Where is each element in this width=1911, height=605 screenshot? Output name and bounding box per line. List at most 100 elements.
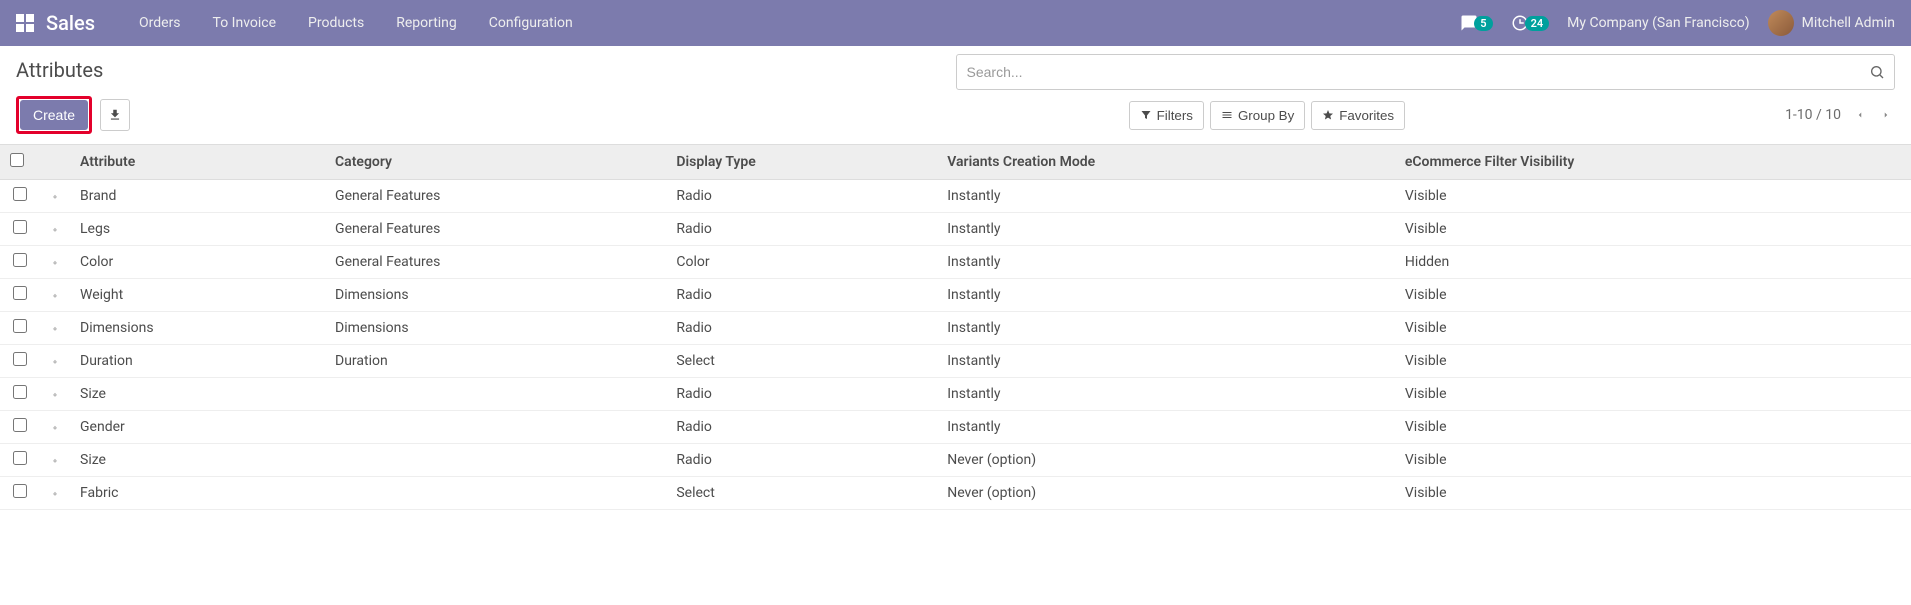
- cell-attribute: Legs: [70, 213, 325, 246]
- table-row[interactable]: Gender Radio Instantly Visible: [0, 411, 1911, 444]
- favorites-button[interactable]: Favorites: [1311, 101, 1405, 130]
- row-checkbox[interactable]: [13, 220, 27, 234]
- nav-item-products[interactable]: Products: [292, 0, 380, 46]
- user-name: Mitchell Admin: [1802, 15, 1895, 31]
- pager-next[interactable]: [1877, 104, 1895, 126]
- cell-category: [325, 477, 666, 510]
- cell-display-type: Radio: [666, 180, 937, 213]
- row-checkbox-cell: [0, 378, 40, 411]
- cell-ecommerce-vis: Visible: [1395, 345, 1911, 378]
- drag-handle-icon: [50, 189, 60, 203]
- row-handle[interactable]: [40, 378, 70, 411]
- control-panel: Attributes Create Filters Group By: [0, 46, 1911, 144]
- cell-category: Duration: [325, 345, 666, 378]
- row-handle[interactable]: [40, 444, 70, 477]
- row-checkbox[interactable]: [13, 319, 27, 333]
- cell-ecommerce-vis: Visible: [1395, 444, 1911, 477]
- cell-attribute: Color: [70, 246, 325, 279]
- row-handle[interactable]: [40, 411, 70, 444]
- row-handle[interactable]: [40, 345, 70, 378]
- table-row[interactable]: Brand General Features Radio Instantly V…: [0, 180, 1911, 213]
- messages-badge: 5: [1474, 16, 1492, 31]
- search-input[interactable]: [956, 54, 1896, 90]
- row-checkbox[interactable]: [13, 451, 27, 465]
- drag-handle-icon: [50, 321, 60, 335]
- row-checkbox[interactable]: [13, 352, 27, 366]
- drag-handle-icon: [50, 453, 60, 467]
- cell-ecommerce-vis: Visible: [1395, 213, 1911, 246]
- col-attribute[interactable]: Attribute: [70, 145, 325, 180]
- col-display-type[interactable]: Display Type: [666, 145, 937, 180]
- row-checkbox[interactable]: [13, 484, 27, 498]
- drag-handle-icon: [50, 255, 60, 269]
- col-ecommerce-vis[interactable]: eCommerce Filter Visibility: [1395, 145, 1911, 180]
- row-checkbox[interactable]: [13, 418, 27, 432]
- header-checkbox-cell: [0, 145, 40, 180]
- avatar: [1768, 10, 1794, 36]
- row-checkbox[interactable]: [13, 286, 27, 300]
- create-button[interactable]: Create: [20, 100, 88, 130]
- app-brand[interactable]: Sales: [46, 11, 95, 35]
- cell-category: General Features: [325, 213, 666, 246]
- cell-ecommerce-vis: Hidden: [1395, 246, 1911, 279]
- nav-item-to-invoice[interactable]: To Invoice: [197, 0, 293, 46]
- cell-display-type: Radio: [666, 213, 937, 246]
- activities-button[interactable]: 24: [1511, 14, 1550, 32]
- filters-button[interactable]: Filters: [1129, 101, 1204, 130]
- search-button[interactable]: [1859, 54, 1895, 90]
- pager-prev[interactable]: [1851, 104, 1869, 126]
- table-row[interactable]: Color General Features Color Instantly H…: [0, 246, 1911, 279]
- row-checkbox-cell: [0, 246, 40, 279]
- create-highlight: Create: [16, 96, 92, 134]
- favorites-label: Favorites: [1339, 108, 1394, 123]
- row-checkbox[interactable]: [13, 253, 27, 267]
- row-handle[interactable]: [40, 477, 70, 510]
- table-row[interactable]: Fabric Select Never (option) Visible: [0, 477, 1911, 510]
- nav-item-orders[interactable]: Orders: [123, 0, 197, 46]
- table-row[interactable]: Size Radio Instantly Visible: [0, 378, 1911, 411]
- col-variants-mode[interactable]: Variants Creation Mode: [937, 145, 1395, 180]
- row-checkbox[interactable]: [13, 385, 27, 399]
- row-checkbox-cell: [0, 411, 40, 444]
- cell-category: [325, 444, 666, 477]
- cell-display-type: Radio: [666, 279, 937, 312]
- filter-bar: Filters Group By Favorites: [1129, 101, 1405, 130]
- table-row[interactable]: Duration Duration Select Instantly Visib…: [0, 345, 1911, 378]
- row-handle[interactable]: [40, 312, 70, 345]
- cell-variants-mode: Instantly: [937, 411, 1395, 444]
- user-menu[interactable]: Mitchell Admin: [1768, 10, 1895, 36]
- row-checkbox-cell: [0, 477, 40, 510]
- cell-display-type: Radio: [666, 444, 937, 477]
- cell-display-type: Radio: [666, 411, 937, 444]
- filters-label: Filters: [1157, 108, 1193, 123]
- select-all-checkbox[interactable]: [10, 153, 24, 167]
- row-handle[interactable]: [40, 213, 70, 246]
- nav-item-configuration[interactable]: Configuration: [473, 0, 589, 46]
- messages-button[interactable]: 5: [1460, 14, 1492, 32]
- groupby-button[interactable]: Group By: [1210, 101, 1305, 130]
- nav-right: 5 24 My Company (San Francisco) Mitchell…: [1460, 10, 1895, 36]
- row-handle[interactable]: [40, 180, 70, 213]
- row-checkbox[interactable]: [13, 187, 27, 201]
- page-title: Attributes: [16, 54, 103, 82]
- search-container: [956, 54, 1896, 90]
- row-checkbox-cell: [0, 312, 40, 345]
- row-handle[interactable]: [40, 246, 70, 279]
- drag-handle-icon: [50, 222, 60, 236]
- nav-item-reporting[interactable]: Reporting: [380, 0, 473, 46]
- table-row[interactable]: Legs General Features Radio Instantly Vi…: [0, 213, 1911, 246]
- export-button[interactable]: [100, 99, 130, 131]
- table-row[interactable]: Weight Dimensions Radio Instantly Visibl…: [0, 279, 1911, 312]
- table-row[interactable]: Dimensions Dimensions Radio Instantly Vi…: [0, 312, 1911, 345]
- cell-category: [325, 378, 666, 411]
- row-handle[interactable]: [40, 279, 70, 312]
- col-category[interactable]: Category: [325, 145, 666, 180]
- cell-display-type: Radio: [666, 312, 937, 345]
- cell-attribute: Size: [70, 444, 325, 477]
- table-row[interactable]: Size Radio Never (option) Visible: [0, 444, 1911, 477]
- drag-handle-icon: [50, 387, 60, 401]
- company-selector[interactable]: My Company (San Francisco): [1567, 15, 1749, 31]
- cell-display-type: Color: [666, 246, 937, 279]
- cell-attribute: Gender: [70, 411, 325, 444]
- apps-icon[interactable]: [16, 14, 34, 32]
